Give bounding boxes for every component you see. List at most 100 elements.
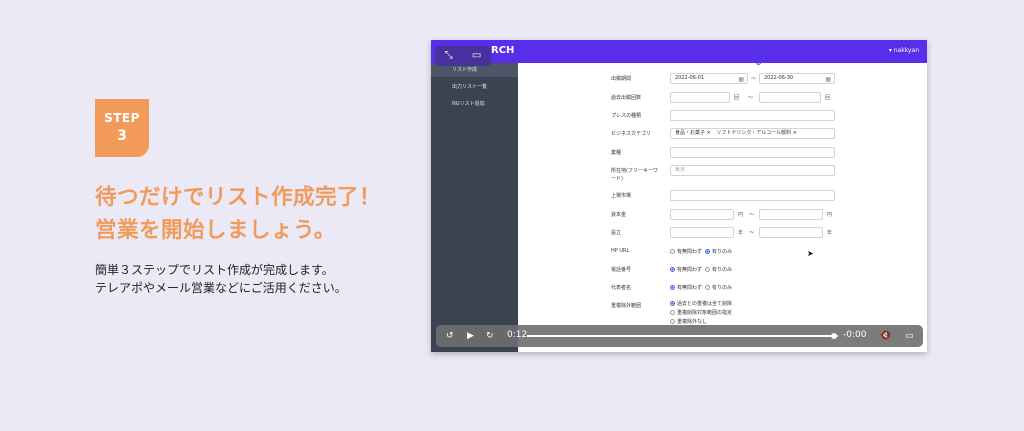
period-from-input[interactable]: 2022-06-01 ▦ [670,73,748,84]
radio-icon[interactable] [756,63,761,65]
description-line2: テレアポやメール営業などにご活用ください。 [95,281,347,295]
capital-to-input[interactable] [759,209,823,220]
row-count: 過去出稿回数 回 〜 回 [518,92,927,104]
row-period: 出稿期間 2022-06-01 ▦ 〜 2022-06-30 ▦ [518,73,927,85]
row-listed: 上場市場 [518,190,927,202]
category-select[interactable]: 食品・お菓子 × ソフトドリンク・アルコール飲料 × [670,128,835,139]
industry-select[interactable] [670,147,835,158]
unit-label: 円 [827,212,833,218]
radio-icon [670,267,675,272]
row-industry: 業種 [518,147,927,159]
picture-in-picture-icon[interactable]: ▭ [472,51,481,61]
partial-radio-row [756,63,763,66]
category-tag[interactable]: ソフトドリンク・アルコール飲料 × [716,129,797,138]
row-founded: 設立 年 〜 年 [518,227,927,239]
hp-option-any[interactable]: 有無問わず [670,248,702,255]
label-press: プレスの種類 [611,113,642,119]
row-phone: 電話番号 有無問わず 有りのみ [518,264,927,276]
hp-option-only[interactable]: 有りのみ [705,248,732,255]
app-header: RCH ▾ nakkyan [431,40,927,63]
unit-label: 円 [738,212,744,218]
period-sep: 〜 [751,76,757,82]
player-controls: ↺ ▶ ↻ 0:12 -0:00 🔇 ▭ [436,325,923,347]
headline: 待つだけでリスト作成完了！ 営業を開始しましょう。 [95,181,381,247]
forward-icon[interactable]: ↻ [486,329,494,343]
radio-icon [670,301,675,306]
radio-icon [705,267,710,272]
phone-option-only[interactable]: 有りのみ [705,266,732,273]
rewind-icon[interactable]: ↺ [446,329,454,343]
rep-option-only[interactable]: 有りのみ [705,284,732,291]
row-category: ビジネスカテゴリ 食品・お菓子 × ソフトドリンク・アルコール飲料 × [518,128,927,140]
remaining-time: -0:00 [843,330,867,340]
row-press: プレスの種類 [518,110,927,122]
pip-controls: ⤡ ▭ [435,46,491,66]
unit-label: 回 [825,95,831,101]
label-founded: 設立 [611,230,622,236]
range-sep: 〜 [749,230,755,236]
range-sep: 〜 [749,212,755,218]
unit-label: 回 [734,95,740,101]
progress-fill [527,335,835,337]
label-phone: 電話番号 [611,267,632,273]
step-badge: STEP 3 [95,99,149,157]
headline-line2: 営業を開始しましょう。 [95,218,336,243]
row-location: 所在地(フリーキーワード) 東京 [518,165,927,185]
calendar-icon: ▦ [825,76,831,83]
category-tag[interactable]: 食品・お菓子 × [675,129,711,138]
unit-label: 年 [827,230,833,236]
dup-option-none[interactable]: 重複除外なし [670,318,707,325]
sidebar-item-ng-list[interactable]: NGリスト追加 [431,97,518,111]
video-player[interactable]: RCH ▾ nakkyan ⤡ ▭ リスト作成 出力リスト一覧 NGリスト追加 … [431,40,927,352]
label-capital: 資本金 [611,212,627,218]
label-period: 出稿期間 [611,76,632,82]
count-from-input[interactable] [670,92,730,103]
sidebar-item-output-lists[interactable]: 出力リスト一覧 [431,80,518,94]
founded-from-input[interactable] [670,227,734,238]
radio-icon [670,285,675,290]
step-label: STEP [104,111,140,125]
label-count: 過去出稿回数 [611,95,642,101]
radio-icon [670,249,675,254]
press-select[interactable] [670,110,835,121]
unit-label: 年 [738,230,744,236]
row-capital: 資本金 円 〜 円 [518,209,927,221]
count-to-input[interactable] [759,92,821,103]
label-duplicate: 重複除外範囲 [611,303,642,309]
label-category: ビジネスカテゴリ [611,131,652,137]
label-location: 所在地(フリーキーワード) [611,168,658,182]
phone-option-any[interactable]: 有無問わず [670,266,702,273]
mute-icon[interactable]: 🔇 [880,329,891,343]
label-industry: 業種 [611,150,622,156]
headline-line1: 待つだけでリスト作成完了！ [95,185,382,210]
label-rep: 代表者名 [611,285,632,291]
row-rep: 代表者名 有無問わず 有りのみ [518,282,927,294]
mouse-cursor-icon: ➤ [807,249,814,258]
radio-icon [670,310,675,315]
listed-select[interactable] [670,190,835,201]
current-time: 0:12 [507,330,528,340]
fullscreen-icon[interactable]: ⤡ [445,51,453,61]
step-number: 3 [117,128,127,144]
period-to-input[interactable]: 2022-06-30 ▦ [759,73,835,84]
rep-option-any[interactable]: 有無問わず [670,284,702,291]
calendar-icon: ▦ [738,76,744,83]
app-sidebar: リスト作成 出力リスト一覧 NGリスト追加 [431,63,518,352]
play-icon[interactable]: ▶ [467,329,474,343]
location-input[interactable]: 東京 [670,165,835,176]
row-hp: HP URL 有無問わず 有りのみ [518,246,927,258]
description-line1: 簡単３ステップでリスト作成が完成します。 [95,263,334,277]
dup-option-range[interactable]: 重複削除対象範囲の指定 [670,309,732,316]
user-menu[interactable]: ▾ nakkyan [889,47,919,54]
description: 簡単３ステップでリスト作成が完成します。 テレアポやメール営業などにご活用くださ… [95,261,347,297]
founded-to-input[interactable] [759,227,823,238]
capital-from-input[interactable] [670,209,734,220]
progress-knob[interactable] [831,333,838,339]
airplay-icon[interactable]: ▭ [905,329,914,343]
search-form: 出稿期間 2022-06-01 ▦ 〜 2022-06-30 ▦ 過去出稿回数 回 … [518,63,927,352]
dup-option-all[interactable]: 過去との重複は全て削除 [670,300,732,307]
label-hp: HP URL [611,248,630,254]
radio-icon [670,319,675,324]
progress-bar[interactable] [527,333,839,339]
radio-icon [705,285,710,290]
